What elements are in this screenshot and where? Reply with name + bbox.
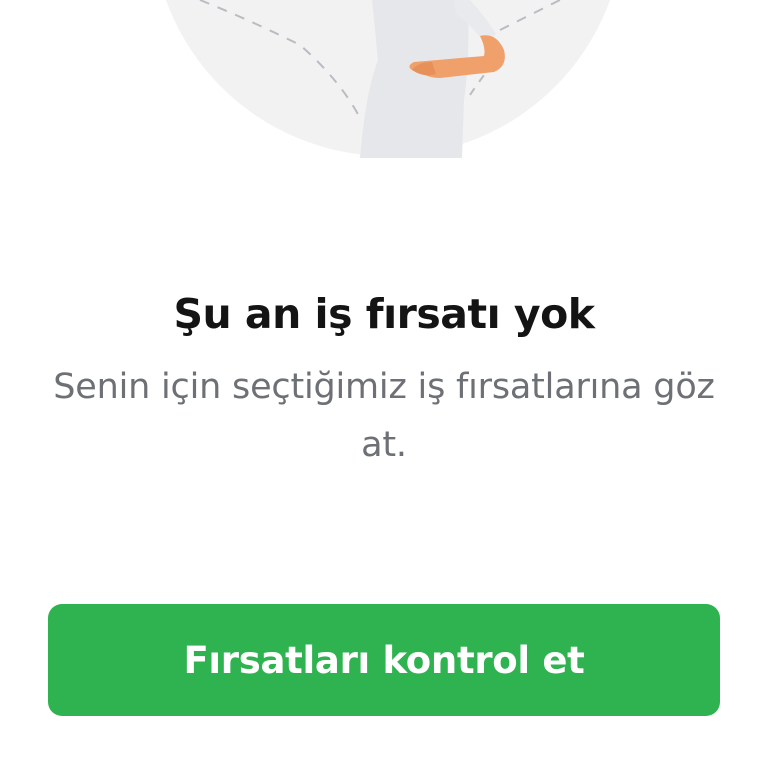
person-illustration-icon [166, 0, 610, 158]
empty-opportunities-screen: Şu an iş fırsatı yok Senin için seçtiğim… [0, 0, 768, 768]
check-opportunities-button[interactable]: Fırsatları kontrol et [48, 604, 720, 716]
empty-state-subtitle: Senin için seçtiğimiz iş fırsatlarına gö… [53, 367, 715, 465]
empty-state-title: Şu an iş fırsatı yok [173, 290, 595, 338]
